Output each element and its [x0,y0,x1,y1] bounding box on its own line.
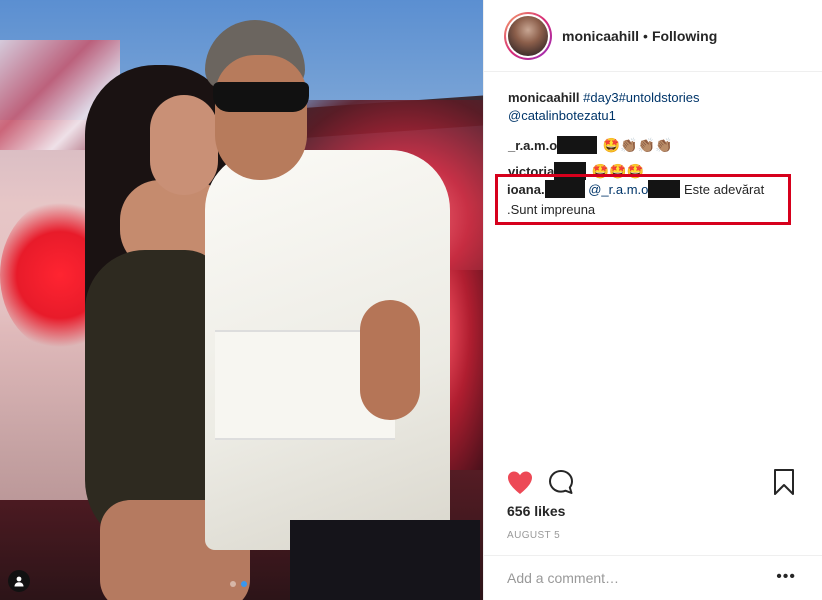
post-header: monicaahill • Following [484,0,822,72]
header-text: monicaahill • Following [562,28,717,44]
woman-face [150,95,218,195]
comment-bar: ••• [483,555,822,600]
comment-icon[interactable] [547,468,575,496]
caption-username[interactable]: monicaahill [508,90,580,105]
following-button[interactable]: Following [652,28,717,44]
caption-mention[interactable]: @catalinbotezatu1 [508,108,616,123]
post-photo[interactable] [0,0,483,600]
highlighted-comment-mention[interactable]: @_r.a.m.o [588,182,648,197]
action-bar [483,466,822,502]
avatar-image [508,15,548,56]
carousel-dot[interactable] [230,581,236,587]
avatar[interactable] [504,11,552,60]
comment-text: 🤩👏🏽👏🏽👏🏽 [602,137,673,153]
highlighted-comment-text: Este adevărat [684,182,765,197]
caption: monicaahill #day3#untoldstories @catalin… [508,89,808,125]
header-username[interactable]: monicaahill [562,28,639,44]
user-tag-icon[interactable] [8,570,30,592]
man-arm [360,300,420,420]
man-sunglasses [213,82,309,112]
bookmark-icon[interactable] [772,468,796,496]
redaction-bar [544,180,585,198]
highlighted-comment: ioana. @_r.a.m.o Este adevărat .Sunt imp… [507,180,787,220]
more-icon[interactable]: ••• [776,569,796,585]
man-face [215,55,307,180]
redaction-bar [557,136,598,154]
caption-hashtags[interactable]: #day3#untoldstories [583,90,699,105]
post: monicaahill • Following monicaahill #day… [0,0,822,600]
man-pants [290,520,480,600]
highlighted-comment-text-line2: .Sunt impreuna [507,202,596,217]
header-separator: • [643,27,648,44]
highlighted-comment-username[interactable]: ioana. [507,182,545,197]
comment-item: _r.a.m.o 🤩👏🏽👏🏽👏🏽 [508,136,808,155]
carousel-dots[interactable] [230,581,247,587]
post-date[interactable]: AUGUST 5 [507,530,560,541]
add-comment-input[interactable] [507,568,757,588]
comment-username[interactable]: _r.a.m.o [508,138,557,153]
redaction-bar [648,180,681,198]
heart-icon[interactable] [505,468,535,498]
likes-count[interactable]: 656 likes [507,503,565,519]
carousel-dot-active[interactable] [241,581,247,587]
